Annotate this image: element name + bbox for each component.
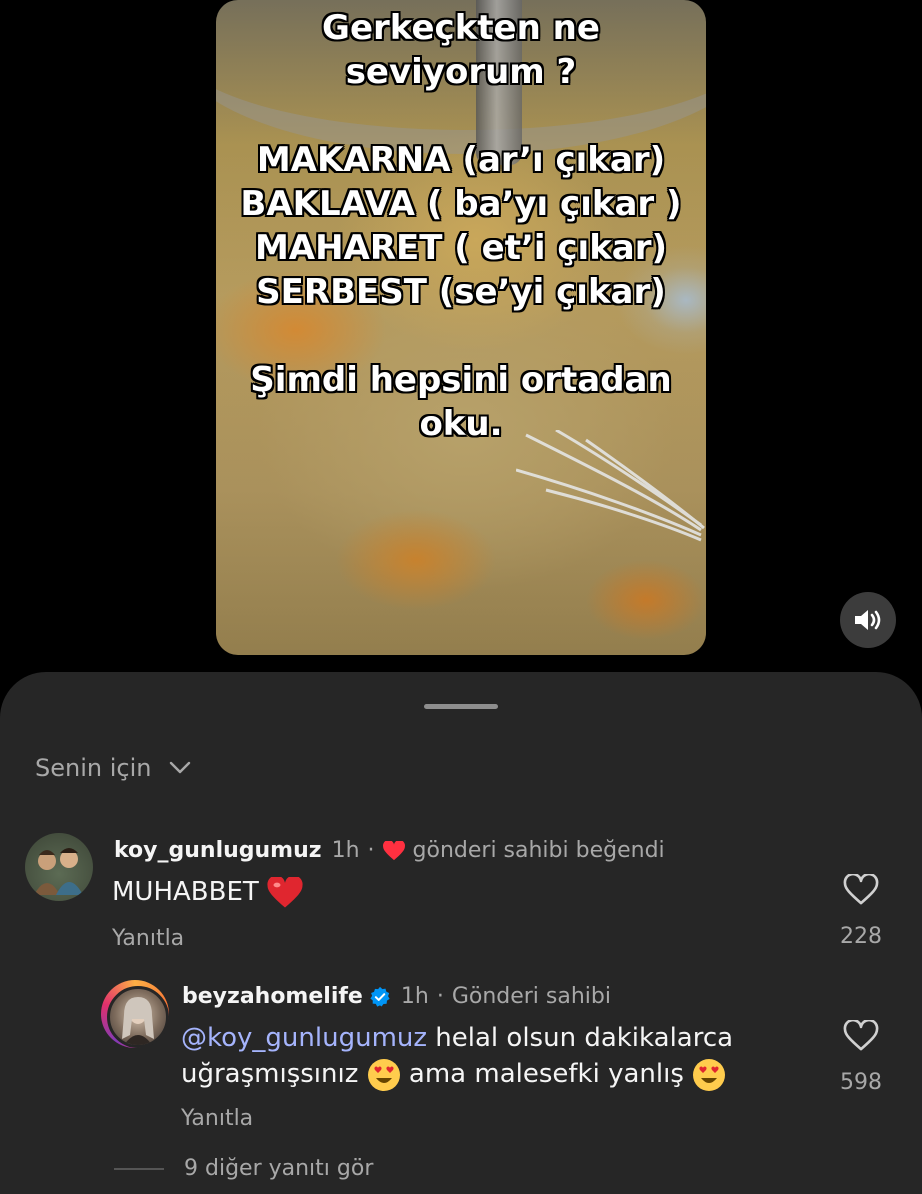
verified-badge-icon (370, 986, 390, 1007)
comment-text: @koy_gunlugumuz helal olsun dakikalarca … (181, 1020, 801, 1092)
avatar[interactable] (25, 833, 93, 901)
reply-button[interactable]: Yanıtla (181, 1106, 253, 1131)
comment-time: 1h (331, 838, 360, 863)
comment-text: MUHABBET (112, 874, 303, 910)
overlay-line: seviyorum ? (345, 52, 577, 92)
overlay-line: MAHARET ( et’i çıkar) (254, 228, 668, 268)
avatar[interactable] (107, 986, 169, 1048)
avatar-photo-icon (122, 997, 154, 1045)
liked-by-author-label: gönderi sahibi beğendi (412, 838, 665, 863)
comment-username[interactable]: beyzahomelife (182, 984, 363, 1009)
more-replies-label: 9 diğer yanıtı gör (184, 1156, 374, 1181)
heart-outline-icon[interactable] (843, 872, 879, 906)
reply-button[interactable]: Yanıtla (112, 926, 184, 951)
comment-meta: beyzahomelife 1h · Gönderi sahibi (182, 984, 611, 1009)
liked-by-author-heart-icon (382, 840, 405, 860)
like-count: 598 (840, 1070, 882, 1095)
comment-time: 1h (400, 984, 429, 1009)
comment-body: uğraşmışsınız (181, 1059, 359, 1089)
overlay-line: oku. (419, 404, 503, 444)
mention-link[interactable]: @koy_gunlugumuz (181, 1023, 427, 1053)
overlay-line: Gerkeçkten ne (322, 8, 600, 48)
video-overlay-caption: Gerkeçkten ne seviyorum ? MAKARNA (ar’ı … (216, 6, 706, 446)
speaker-on-icon (855, 610, 881, 630)
sound-toggle-button[interactable] (840, 592, 896, 648)
comment-meta: koy_gunlugumuz 1h · gönderi sahibi beğen… (114, 838, 665, 863)
comment-username[interactable]: koy_gunlugumuz (114, 838, 322, 863)
filter-label: Senin için (35, 754, 152, 782)
like-group: 228 (826, 872, 896, 949)
overlay-spacer (216, 94, 706, 138)
sheet-drag-handle[interactable] (424, 704, 498, 709)
reel-video[interactable]: Gerkeçkten ne seviyorum ? MAKARNA (ar’ı … (216, 0, 706, 655)
comments-sheet: Senin için koy_gunlugumuz 1h · gönderi s… (0, 672, 922, 1194)
overlay-line: Şimdi hepsini ortadan (250, 360, 672, 400)
overlay-line: BAKLAVA ( ba’yı çıkar ) (240, 184, 682, 224)
comment-body: ama malesefki yanlış (408, 1059, 684, 1089)
view-more-replies-button[interactable]: 9 diğer yanıtı gör (114, 1156, 373, 1181)
meta-separator: · (436, 984, 444, 1009)
heart-eyes-emoji (367, 1058, 400, 1091)
comment-body: helal olsun dakikalarca (427, 1023, 734, 1053)
overlay-line: MAKARNA (ar’ı çıkar) (256, 140, 666, 180)
avatar-illustration-icon (34, 848, 83, 895)
like-group: 598 (826, 1018, 896, 1095)
heart-eyes-emoji (693, 1058, 726, 1091)
heart-outline-icon[interactable] (843, 1018, 879, 1052)
meta-separator: · (367, 838, 375, 863)
overlay-line: SERBEST (se’yi çıkar) (256, 272, 666, 312)
replies-divider (114, 1167, 164, 1170)
overlay-spacer (216, 314, 706, 358)
chevron-down-icon (170, 761, 191, 774)
whisk-image (516, 430, 705, 542)
author-label: Gönderi sahibi (451, 984, 611, 1009)
red-heart-emoji (267, 876, 303, 908)
like-count: 228 (840, 924, 882, 949)
comment-filter-dropdown[interactable]: Senin için (35, 754, 191, 782)
comment-body: MUHABBET (112, 877, 259, 907)
